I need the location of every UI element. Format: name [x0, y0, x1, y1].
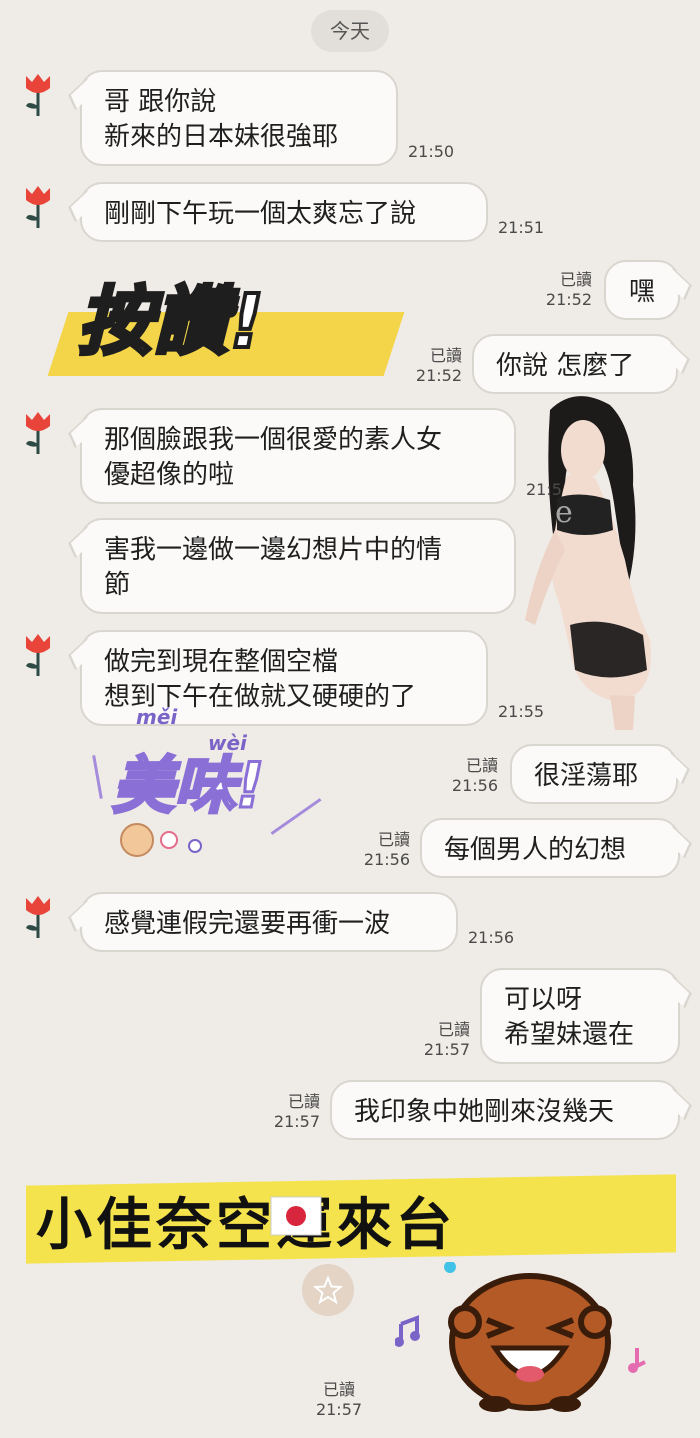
tulip-icon[interactable] [20, 894, 56, 940]
message-bubble-outgoing[interactable]: 你說 怎麼了 [472, 334, 678, 394]
tulip-icon[interactable] [20, 410, 56, 456]
photo-watermark: e [555, 495, 573, 530]
like-sticker[interactable]: 按讚! [76, 262, 266, 369]
music-note-icon [628, 1348, 646, 1373]
read-receipt: 已讀 21:57 [273, 1092, 320, 1131]
message-bubble-outgoing[interactable]: 很淫蕩耶 [510, 744, 678, 804]
message-bubble-outgoing[interactable]: 我印象中她剛來沒幾天 [330, 1080, 680, 1140]
message-time: 21:5 [526, 480, 562, 499]
star-icon [312, 1275, 344, 1305]
read-receipt: 已讀 21:57 [315, 1380, 363, 1419]
message-time: 21:55 [498, 702, 545, 721]
star-button[interactable] [302, 1264, 354, 1316]
message-time: 21:56 [468, 928, 515, 947]
yummy-text: 美味! [110, 748, 265, 824]
yummy-pinyin: měi [136, 705, 178, 729]
message-time: 21:50 [408, 142, 455, 161]
message-bubble-incoming[interactable]: 害我一邊做一邊幻想片中的情 節 [80, 518, 516, 614]
message-bubble-incoming[interactable]: 那個臉跟我一個很愛的素人女 優超像的啦 [80, 408, 516, 504]
read-receipt: 已讀 21:52 [415, 346, 462, 385]
yummy-sticker[interactable]: měi wèi 美味! [90, 705, 322, 875]
message-bubble-incoming[interactable]: 哥 跟你說 新來的日本妹很強耶 [80, 70, 398, 166]
message-bubble-outgoing[interactable]: 嘿 [604, 260, 680, 320]
message-bubble-incoming[interactable]: 剛剛下午玩一個太爽忘了說 [80, 182, 488, 242]
read-receipt: 已讀 21:52 [545, 270, 592, 309]
tulip-icon[interactable] [20, 632, 56, 678]
character-sticker[interactable] [395, 1262, 665, 1412]
message-bubble-incoming[interactable]: 感覺連假完還要再衝一波 [80, 892, 458, 952]
banner-sticker[interactable]: 小佳奈空運來台 [36, 1180, 676, 1260]
read-receipt: 已讀 21:56 [363, 830, 410, 869]
photo-sticker[interactable]: e [515, 390, 665, 730]
japan-flag-icon [270, 1196, 322, 1236]
music-note-icon [395, 1315, 420, 1347]
tulip-icon[interactable] [20, 72, 56, 118]
hand-icon [120, 823, 154, 857]
message-bubble-outgoing[interactable]: 每個男人的幻想 [420, 818, 680, 878]
read-receipt: 已讀 21:56 [451, 756, 498, 795]
date-chip: 今天 [311, 10, 389, 52]
tulip-icon[interactable] [20, 184, 56, 230]
read-receipt: 已讀 21:57 [423, 1020, 470, 1059]
message-bubble-outgoing[interactable]: 可以呀 希望妹還在 [480, 968, 680, 1064]
message-time: 21:51 [498, 218, 545, 237]
banner-text: 小佳奈空運來台 [36, 1193, 456, 1258]
